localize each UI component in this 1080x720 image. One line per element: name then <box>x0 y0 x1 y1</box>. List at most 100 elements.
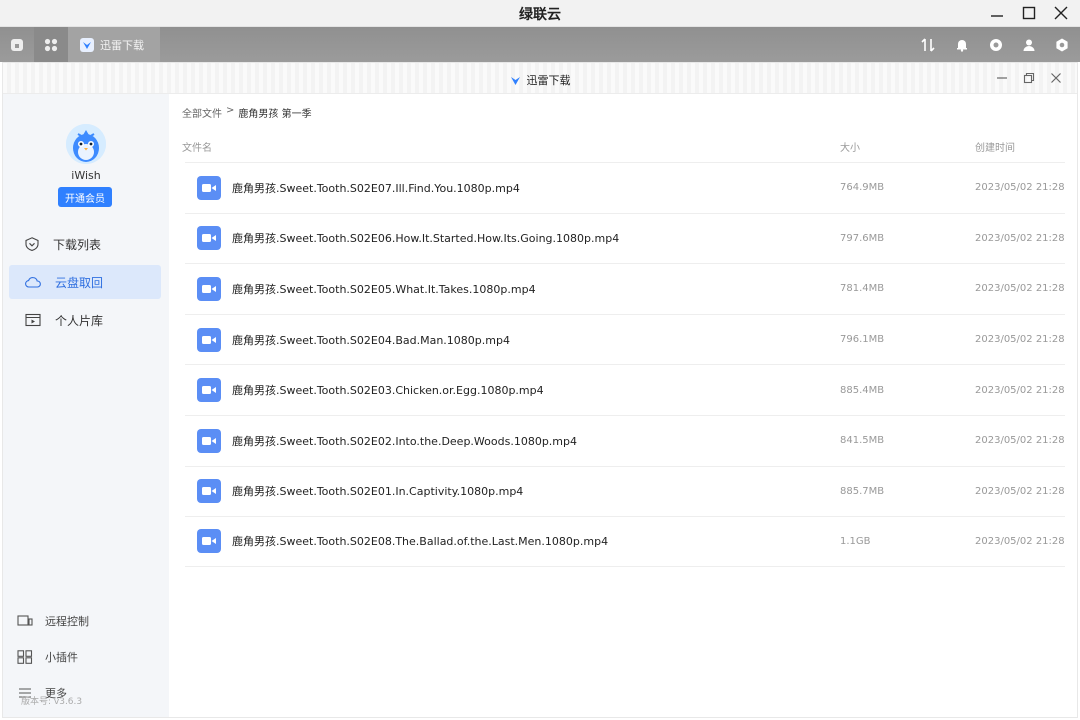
xunlei-logo-icon <box>510 76 520 85</box>
file-size: 885.4MB <box>840 384 885 396</box>
window-title: 绿联云 <box>519 7 561 23</box>
breadcrumb-root[interactable]: 全部文件 <box>182 105 222 120</box>
file-row[interactable]: 鹿角男孩.Sweet.Tooth.S02E03.Chicken.or.Egg.1… <box>185 364 1065 415</box>
file-name: 鹿角男孩.Sweet.Tooth.S02E03.Chicken.or.Egg.1… <box>232 384 544 398</box>
video-file-icon <box>197 327 221 352</box>
close-button[interactable] <box>1049 2 1073 24</box>
video-file-icon <box>197 529 221 554</box>
file-row[interactable]: 鹿角男孩.Sweet.Tooth.S02E01.In.Captivity.108… <box>185 465 1065 517</box>
version-label: 版本号: v3.6.3 <box>21 697 83 707</box>
app-minimize-button[interactable] <box>993 69 1011 87</box>
file-created: 2023/05/02 21:28 <box>975 283 1065 295</box>
file-name: 鹿角男孩.Sweet.Tooth.S02E04.Bad.Man.1080p.mp… <box>232 333 510 347</box>
tab-bar: 迅雷下载 <box>0 27 1080 62</box>
file-size: 885.7MB <box>840 485 885 497</box>
sidebar-item-download-list[interactable]: 下载列表 <box>9 227 161 261</box>
maximize-button[interactable] <box>1017 2 1041 24</box>
app-close-button[interactable] <box>1047 69 1065 87</box>
column-header-created[interactable]: 创建时间 <box>975 139 1015 154</box>
file-created: 2023/05/02 21:28 <box>975 334 1065 346</box>
video-file-icon <box>197 428 221 453</box>
file-name: 鹿角男孩.Sweet.Tooth.S02E08.The.Ballad.of.th… <box>232 535 609 549</box>
device-icon <box>17 615 33 626</box>
file-size: 1.1GB <box>840 535 871 547</box>
video-file-icon <box>197 226 221 251</box>
window-titlebar: 绿联云 <box>0 0 1080 27</box>
breadcrumb: 全部文件 > 鹿角男孩 第一季 <box>182 105 312 120</box>
minimize-icon <box>997 77 1007 79</box>
bell-icon <box>957 39 967 52</box>
sidebar-item-label: 小插件 <box>45 651 78 664</box>
file-created: 2023/05/02 21:28 <box>975 435 1065 447</box>
sidebar-item-label: 个人片库 <box>55 313 104 328</box>
sidebar-item-personal-library[interactable]: 个人片库 <box>9 303 161 337</box>
file-created: 2023/05/02 21:28 <box>975 485 1065 497</box>
file-created: 2023/05/02 21:28 <box>975 384 1065 396</box>
column-header-name[interactable]: 文件名 <box>182 139 212 154</box>
video-file-icon <box>197 175 221 200</box>
user-button[interactable] <box>1017 27 1041 62</box>
open-vip-button[interactable]: 开通会员 <box>58 187 112 207</box>
sidebar-item-label: 下载列表 <box>53 237 102 252</box>
tab-xunlei[interactable]: 迅雷下载 <box>68 27 160 62</box>
app-header: 迅雷下载 <box>3 63 1077 94</box>
file-created: 2023/05/02 21:28 <box>975 232 1065 244</box>
sidebar-item-widgets[interactable]: 小插件 <box>17 646 78 668</box>
app-title: 迅雷下载 <box>526 74 571 87</box>
file-created: 2023/05/02 21:28 <box>975 182 1065 194</box>
home-button[interactable] <box>0 27 34 62</box>
close-icon <box>1054 6 1068 20</box>
xunlei-bird-icon <box>80 37 94 52</box>
user-icon <box>1023 39 1035 51</box>
column-header-size[interactable]: 大小 <box>840 139 860 154</box>
sidebar-item-label: 远程控制 <box>45 615 89 628</box>
sidebar-item-cloud-retrieve[interactable]: 云盘取回 <box>9 265 161 299</box>
file-created: 2023/05/02 21:28 <box>975 535 1065 547</box>
file-list: 鹿角男孩.Sweet.Tooth.S02E07.Ill.Find.You.108… <box>185 162 1065 567</box>
film-icon <box>25 313 41 327</box>
file-name: 鹿角男孩.Sweet.Tooth.S02E07.Ill.Find.You.108… <box>232 181 520 195</box>
notification-button[interactable] <box>950 27 974 62</box>
avatar[interactable] <box>66 124 106 164</box>
file-row[interactable]: 鹿角男孩.Sweet.Tooth.S02E05.What.It.Takes.10… <box>185 263 1065 314</box>
sidebar-item-label: 云盘取回 <box>55 275 104 290</box>
app-window: 迅雷下载 iWish 开通会员 下载列表 云盘取回 个人片库 远程控制 小插件 … <box>2 62 1078 718</box>
file-row[interactable]: 鹿角男孩.Sweet.Tooth.S02E08.The.Ballad.of.th… <box>185 516 1065 567</box>
minimize-icon <box>991 15 1003 17</box>
file-name: 鹿角男孩.Sweet.Tooth.S02E02.Into.the.Deep.Wo… <box>232 434 578 448</box>
file-size: 841.5MB <box>840 435 885 447</box>
apps-button[interactable] <box>34 27 68 62</box>
file-row[interactable]: 鹿角男孩.Sweet.Tooth.S02E04.Bad.Man.1080p.mp… <box>185 313 1065 365</box>
file-row[interactable]: 鹿角男孩.Sweet.Tooth.S02E02.Into.the.Deep.Wo… <box>185 414 1065 466</box>
file-row[interactable]: 鹿角男孩.Sweet.Tooth.S02E07.Ill.Find.You.108… <box>185 162 1065 213</box>
file-size: 797.6MB <box>840 232 885 244</box>
app-restore-button[interactable] <box>1020 69 1038 87</box>
tab-label: 迅雷下载 <box>100 38 144 52</box>
maximize-icon <box>1022 6 1036 20</box>
file-size: 796.1MB <box>840 334 885 346</box>
network-icon <box>990 38 1002 51</box>
breadcrumb-separator: > <box>226 105 235 116</box>
file-size: 781.4MB <box>840 283 885 295</box>
sidebar: iWish 开通会员 下载列表 云盘取回 个人片库 远程控制 小插件 更多 版本… <box>3 94 169 717</box>
network-button[interactable] <box>984 27 1008 62</box>
sidebar-item-remote-control[interactable]: 远程控制 <box>17 610 89 632</box>
video-file-icon <box>197 276 221 301</box>
transfer-button[interactable] <box>916 27 940 62</box>
transfer-icon <box>921 37 935 52</box>
file-name: 鹿角男孩.Sweet.Tooth.S02E01.In.Captivity.108… <box>232 485 524 499</box>
file-size: 764.9MB <box>840 182 885 194</box>
minimize-button[interactable] <box>985 2 1009 24</box>
gear-icon <box>1056 38 1068 51</box>
breadcrumb-current: 鹿角男孩 第一季 <box>238 109 312 120</box>
restore-icon <box>1023 72 1035 84</box>
bird-avatar-icon <box>66 124 106 164</box>
main-content: 全部文件 > 鹿角男孩 第一季 文件名 大小 创建时间 鹿角男孩.Sweet.T… <box>169 94 1077 717</box>
settings-button[interactable] <box>1050 27 1074 62</box>
file-row[interactable]: 鹿角男孩.Sweet.Tooth.S02E06.How.It.Started.H… <box>185 212 1065 264</box>
file-name: 鹿角男孩.Sweet.Tooth.S02E05.What.It.Takes.10… <box>232 282 536 296</box>
file-name: 鹿角男孩.Sweet.Tooth.S02E06.How.It.Started.H… <box>232 232 620 246</box>
username: iWish <box>71 169 101 182</box>
video-file-icon <box>197 378 221 403</box>
cloud-icon <box>25 277 41 288</box>
